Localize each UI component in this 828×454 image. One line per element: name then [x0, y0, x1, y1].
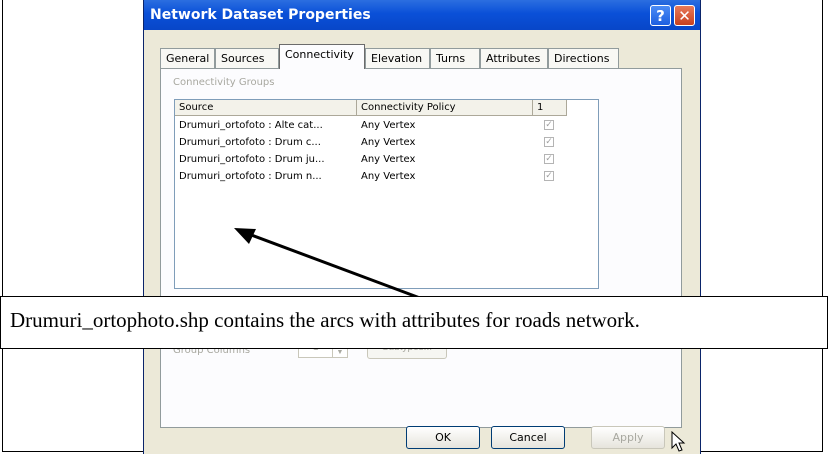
- annotation-caption: Drumuri_ortophoto.shp contains the arcs …: [10, 308, 640, 332]
- arrow-shaft: [245, 231, 421, 300]
- annotation-caption-box: Drumuri_ortophoto.shp contains the arcs …: [0, 296, 828, 349]
- annotation-arrow: [234, 228, 421, 300]
- mouse-cursor-icon: [671, 431, 686, 452]
- arrow-head: [234, 228, 256, 244]
